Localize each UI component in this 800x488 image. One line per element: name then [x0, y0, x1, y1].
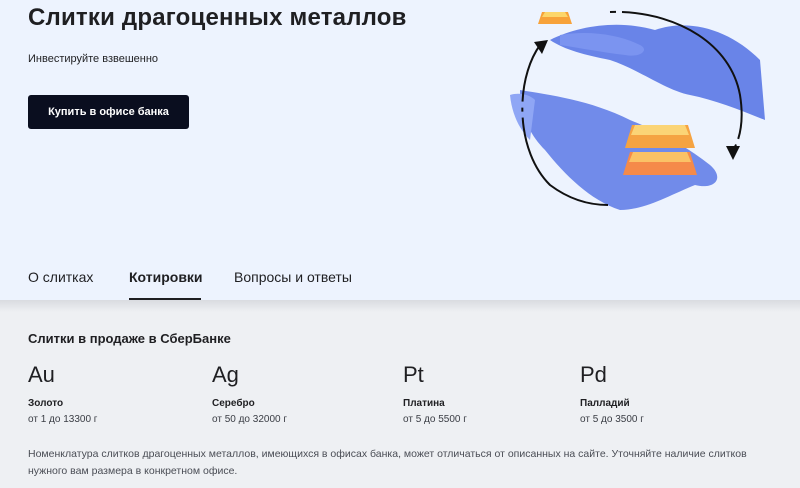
arrow-head-down-icon: [726, 146, 740, 160]
availability-note: Номенклатура слитков драгоценных металло…: [28, 448, 747, 477]
metal-symbol: Pt: [403, 362, 424, 387]
metal-name: Палладий: [580, 398, 630, 409]
hero-subtitle: Инвестируйте взвешенно: [28, 53, 159, 65]
buy-in-office-button[interactable]: Купить в офисе банка: [28, 95, 189, 129]
metal-symbol: Ag: [212, 362, 239, 387]
hero-banner: Слитки драгоценных металлов Инвестируйте…: [0, 0, 800, 300]
small-gold-bar-top: [542, 12, 568, 17]
metal-card-palladium: Pd Палладий от 5 до 3500 г: [580, 362, 644, 425]
metal-weight-range: от 5 до 3500 г: [580, 414, 644, 425]
section-title: Слитки в продаже в СберБанке: [28, 331, 231, 346]
metal-weight-range: от 1 до 13300 г: [28, 414, 98, 425]
metal-card-silver: Ag Серебро от 50 до 32000 г: [212, 362, 287, 425]
tab-about-bars[interactable]: О слитках: [28, 269, 93, 285]
metal-symbol: Au: [28, 362, 55, 387]
tab-bar: О слитках Котировки Вопросы и ответы: [0, 256, 800, 300]
metal-card-platinum: Pt Платина от 5 до 5500 г: [403, 362, 467, 425]
large-gold-bar-bottom-highlight: [629, 152, 691, 162]
tab-faq[interactable]: Вопросы и ответы: [234, 269, 352, 285]
page-title: Слитки драгоценных металлов: [28, 4, 407, 31]
metal-name: Серебро: [212, 398, 255, 409]
section-divider-shadow: [0, 300, 800, 312]
metal-name: Золото: [28, 398, 64, 409]
metal-weight-range: от 50 до 32000 г: [212, 414, 288, 425]
metal-name: Платина: [403, 398, 445, 409]
lower-hand-shape: [520, 90, 718, 210]
metal-card-gold: Au Золото от 1 до 13300 г: [28, 362, 97, 425]
hands-exchanging-bars-illustration: [510, 10, 765, 210]
tab-quotes[interactable]: Котировки: [129, 269, 203, 285]
metal-symbol: Pd: [580, 362, 607, 387]
metal-weight-range: от 5 до 5500 г: [403, 414, 467, 425]
large-gold-bar-highlight: [631, 125, 689, 135]
